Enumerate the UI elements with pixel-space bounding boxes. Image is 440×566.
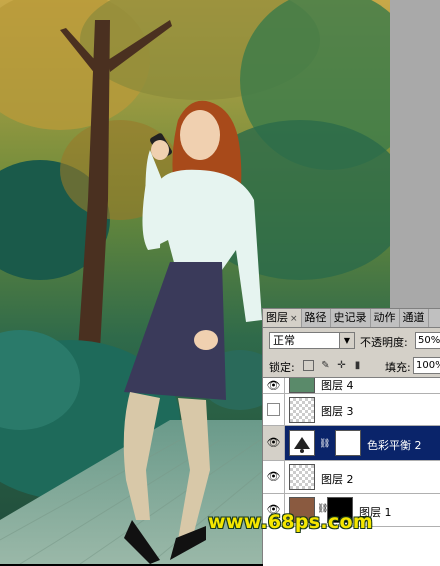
layer-name: 图层 2 — [321, 473, 354, 486]
tab-channels[interactable]: 通道 — [400, 309, 429, 327]
tab-actions[interactable]: 动作 — [371, 309, 400, 327]
tab-layers[interactable]: 图层 × — [263, 309, 302, 327]
layer-thumbnail — [289, 397, 315, 423]
layer-mask-thumbnail — [335, 430, 361, 456]
adjustment-icon — [289, 430, 315, 456]
layer-row-color-balance[interactable]: 👁 ⛓ 色彩平衡 2 — [263, 426, 440, 461]
watermark: www.68ps.com — [208, 511, 373, 533]
dropdown-arrow-icon[interactable]: ▼ — [339, 333, 354, 348]
lock-paint-icon[interactable]: ✎ — [320, 360, 331, 371]
tab-channels-label: 通道 — [402, 311, 425, 324]
opacity-input[interactable]: 50% — [415, 332, 440, 349]
lock-move-icon[interactable]: ✛ — [336, 360, 347, 371]
layer-name: 图层 3 — [321, 405, 354, 418]
lock-all-icon[interactable]: ▮ — [352, 360, 363, 371]
close-icon[interactable]: × — [290, 314, 298, 324]
tab-layers-label: 图层 — [266, 311, 288, 324]
eye-icon[interactable]: 👁 — [263, 378, 285, 393]
chain-link-icon[interactable]: ⛓ — [319, 439, 330, 449]
layer-thumbnail — [289, 464, 315, 490]
canvas-background — [390, 0, 440, 308]
layer-thumbnail — [289, 378, 315, 393]
layer-name: 色彩平衡 2 — [367, 439, 422, 452]
layers-list: 👁 图层 4 图层 3 👁 ⛓ 色彩平衡 2 👁 图层 2 � — [263, 377, 440, 566]
eye-icon[interactable]: 👁 — [263, 461, 285, 493]
eye-icon[interactable]: 👁 — [263, 426, 285, 460]
tab-history[interactable]: 史记录 — [331, 309, 371, 327]
fill-label: 填充: — [385, 361, 411, 374]
layer-name: 图层 4 — [321, 379, 354, 392]
tab-history-label: 史记录 — [333, 311, 367, 324]
blend-mode-value: 正常 — [273, 334, 295, 347]
tab-paths-label: 路径 — [304, 311, 327, 324]
visibility-toggle[interactable] — [263, 394, 285, 425]
fill-input[interactable]: 100% — [413, 357, 440, 374]
lock-transparent-icon[interactable] — [303, 360, 314, 371]
lock-label: 锁定: — [269, 361, 295, 374]
panel-tabs: 图层 × 路径 史记录 动作 通道 — [263, 309, 440, 328]
tab-actions-label: 动作 — [373, 311, 396, 324]
layer-row-4[interactable]: 👁 图层 4 — [263, 378, 440, 394]
tab-paths[interactable]: 路径 — [302, 309, 331, 327]
blend-mode-select[interactable]: 正常 ▼ — [269, 332, 355, 349]
layer-row-2[interactable]: 👁 图层 2 — [263, 461, 440, 494]
layer-row-3[interactable]: 图层 3 — [263, 394, 440, 426]
opacity-label: 不透明度: — [360, 336, 408, 349]
